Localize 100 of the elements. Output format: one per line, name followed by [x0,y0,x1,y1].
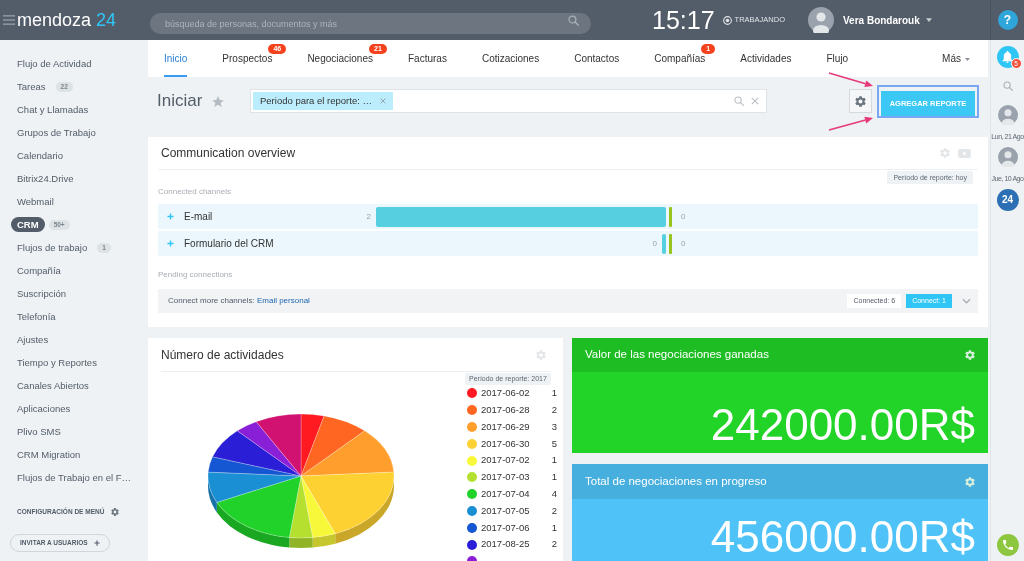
legend-count: 5 [551,436,557,451]
sidebar-item[interactable]: Calendario [11,148,69,163]
sidebar-item[interactable]: Bitrix24.Drive [11,171,80,186]
sidebar-item[interactable]: Tiempo y Reportes [11,355,103,370]
sidebar-item[interactable]: Chat y Llamadas [11,102,95,117]
sidebar-item[interactable]: Ajustes [11,332,55,347]
legend-count: 3 [551,419,557,434]
legend-count: 2 [551,403,557,418]
legend-label: 2017-07-03 [481,470,530,485]
legend-label: 2017-06-02 [481,386,530,401]
search-icon[interactable] [1002,81,1013,91]
sidebar-item[interactable]: Flujo de Actividad [11,56,98,71]
plus-icon[interactable] [93,540,100,546]
sidebar-item[interactable]: Compañía [11,263,67,278]
tab[interactable]: Compañías [654,51,706,77]
email-link[interactable]: Email personal [256,296,310,305]
call-button[interactable] [996,534,1019,556]
kpi-value: 242000.00R$ [710,403,975,447]
legend-count: 1 [551,470,557,485]
sidebar-item[interactable]: Plivo SMS [11,424,67,439]
channel-name: Formulario del CRM [184,237,274,251]
tab[interactable]: Más [942,51,970,77]
legend-label: 2017-06-30 [481,436,530,451]
section-heading: Connected channels [158,187,232,197]
data-label: 0 [681,211,686,222]
chart-bar [669,233,672,254]
card-title: Communication overview [161,145,296,162]
caret-icon [925,18,932,22]
bell-icon [1002,51,1013,63]
tab[interactable]: Facturas [408,51,447,77]
settings-button[interactable] [849,89,872,113]
tab[interactable]: Inicio [164,51,188,77]
tab[interactable]: Negociaciones [307,51,373,77]
legend-count: 1 [551,386,557,401]
user-name[interactable]: Vera Bondarouk [843,12,920,28]
legend-label: 2017-06-28 [481,403,530,418]
legend-label: 2017-08-25 [481,537,530,552]
data-label: 2 [366,211,371,222]
legend-label: 2017-07-05 [481,503,530,518]
kpi-value: 456000.00R$ [710,515,975,559]
search-icon[interactable] [568,14,579,26]
chart-bar [662,233,666,254]
settings-icon[interactable] [965,350,975,360]
plus-icon[interactable] [167,240,174,247]
tab[interactable]: Prospectos [222,51,273,77]
close-icon[interactable] [379,98,386,104]
search-icon[interactable] [734,96,744,106]
sidebar-item[interactable]: Webmail [11,194,60,209]
sidebar-item[interactable]: Aplicaciones [11,401,77,416]
legend-label: 2017-07-02 [481,453,530,468]
card-title: Valor de las negociaciones ganadas [585,347,769,363]
annotation-arrow [827,70,875,89]
phone-icon [1002,540,1013,550]
legend-count: 1 [551,520,557,535]
legend-label: 2017-07-06 [481,520,530,535]
avatar-icon[interactable] [997,105,1018,125]
notifications-button[interactable] [996,46,1019,68]
channel-name: E-mail [184,210,213,224]
tab[interactable]: Flujo [826,51,849,77]
sidebar-item[interactable]: Telefonía [11,309,62,324]
data-label: 0 [681,238,686,249]
legend-label: 2017-07-04 [481,487,530,502]
legend-count: 2 [551,537,557,552]
avatar-icon[interactable] [808,7,834,33]
tab[interactable]: Cotizaciones [481,51,540,77]
tab[interactable]: Contactos [574,51,620,77]
settings-icon[interactable] [111,508,120,516]
sidebar-item[interactable]: Grupos de Trabajo [11,125,102,140]
settings-icon[interactable] [965,476,975,487]
section-heading: Pending connections [158,270,234,280]
page-title: Iniciar [157,91,203,111]
legend-count: 1 [551,453,557,468]
clock: 15:17 [652,6,715,34]
legend-count: 2 [551,503,557,518]
close-icon[interactable] [751,97,759,105]
sidebar-item[interactable]: Flujos de trabajo [11,240,94,255]
chart-bar [669,206,672,227]
app-logo[interactable]: 24 [996,189,1019,211]
sidebar-item[interactable]: Canales Abiertos [11,378,95,393]
chevron-down-icon[interactable] [962,298,971,304]
logo[interactable]: mendoza 24 [17,9,117,31]
card-title: Número de actividades [161,346,284,364]
sidebar-item[interactable]: Suscripción [11,286,73,301]
sidebar-item[interactable]: CRM [11,217,45,232]
tab[interactable]: Actividades [740,51,792,77]
record-icon [722,15,732,25]
sidebar-item[interactable]: CRM Migration [11,447,87,462]
sidebar-item[interactable]: Tareas [11,79,52,94]
menu-icon[interactable] [3,15,15,25]
video-icon[interactable] [958,148,971,158]
sidebar-item[interactable]: Flujos de Trabajo en el F… [11,470,138,485]
data-label: 0 [652,238,657,249]
filter-field[interactable]: Periodo para el reporte: … [250,89,767,113]
settings-icon [855,95,866,107]
filter-tag[interactable]: Periodo para el reporte: … [253,92,393,110]
star-icon[interactable] [212,95,225,107]
legend-count: 4 [551,487,557,502]
plus-icon[interactable] [167,213,174,220]
avatar-icon[interactable] [997,147,1018,167]
card-title: Total de negociaciones en progreso [585,473,767,489]
